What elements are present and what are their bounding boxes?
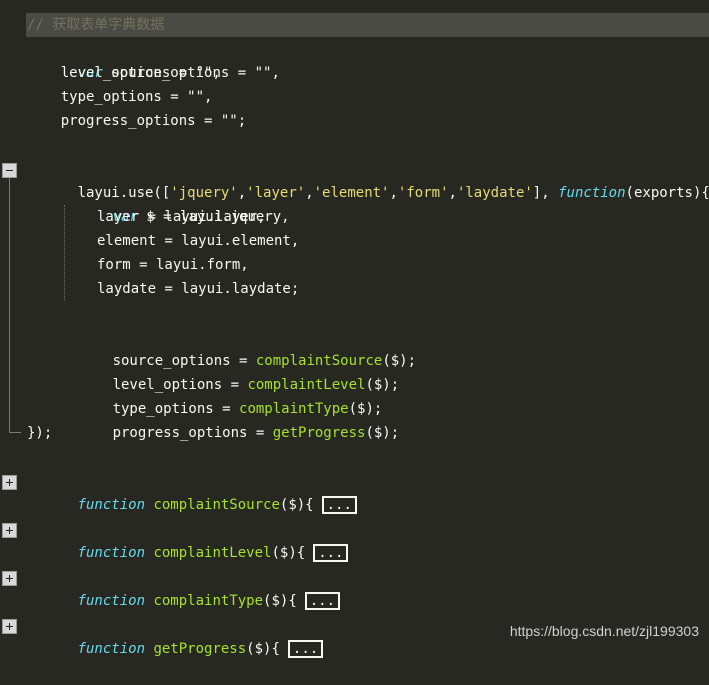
watermark-text: https://blog.csdn.net/zjl199303: [509, 623, 699, 639]
code-line-assign-progress: progress_options = getProgress($);: [112, 425, 400, 441]
code-line-assign-level: level_options = complaintLevel($);: [112, 377, 400, 393]
code-line-fn-complaint-level: function complaintLevel($){...: [0, 517, 349, 562]
fn-name-complaint-type: complaintType: [153, 593, 264, 609]
code-line-progress-options: progress_options = "";: [0, 109, 246, 133]
folded-code-ellipsis[interactable]: ...: [321, 496, 357, 514]
fn-name-complaint-source: complaintSource: [153, 497, 280, 513]
code-line-level-options: level_options = "",: [0, 61, 221, 85]
keyword-function: function: [558, 185, 626, 201]
comment-text: // 获取表单字典数据: [27, 17, 165, 33]
code-line-laydate: laydate = layui.laydate;: [97, 281, 300, 297]
code-line-type-options: type_options = "",: [0, 85, 213, 109]
string-laydate: 'laydate': [456, 185, 533, 201]
code-line-close: });: [27, 425, 53, 441]
code-line-assign-source: source_options = complaintSource($);: [112, 353, 417, 369]
fn-name-complaint-level: complaintLevel: [153, 545, 272, 561]
code-line-fn-complaint-type: function complaintType($){...: [0, 565, 341, 610]
decl-type: type_options = "",: [27, 89, 213, 105]
code-line-var-source: var source_options = "",: [0, 37, 280, 81]
code-line-fn-get-progress: function getProgress($){...: [0, 613, 324, 658]
decl-progress: progress_options = "";: [27, 113, 247, 129]
code-editor[interactable]: // 获取表单字典数据 var source_options = "", lev…: [0, 0, 709, 658]
folded-code-ellipsis[interactable]: ...: [304, 592, 341, 610]
folded-code-ellipsis[interactable]: ...: [313, 544, 349, 562]
code-line-element: element = layui.element,: [97, 233, 300, 249]
code-line-layer: layer = layui.layer,: [97, 209, 266, 225]
code-line-assign-type: type_options = complaintType($);: [112, 401, 383, 417]
code-line-form: form = layui.form,: [97, 257, 249, 273]
code-line-var-dollar: var $ = layui.jquery,: [112, 209, 290, 225]
code-line-layui-use: layui.use(['jquery','layer','element','f…: [77, 185, 709, 201]
string-form: 'form': [397, 185, 449, 201]
decl-level: level_options = "",: [27, 65, 221, 81]
code-line-comment: // 获取表单字典数据: [0, 13, 164, 37]
folded-code-ellipsis[interactable]: ...: [287, 640, 324, 658]
call-get-progress: getProgress: [272, 425, 366, 441]
string-element: 'element': [313, 185, 390, 201]
code-line-fn-complaint-source: function complaintSource($){...: [0, 469, 357, 514]
